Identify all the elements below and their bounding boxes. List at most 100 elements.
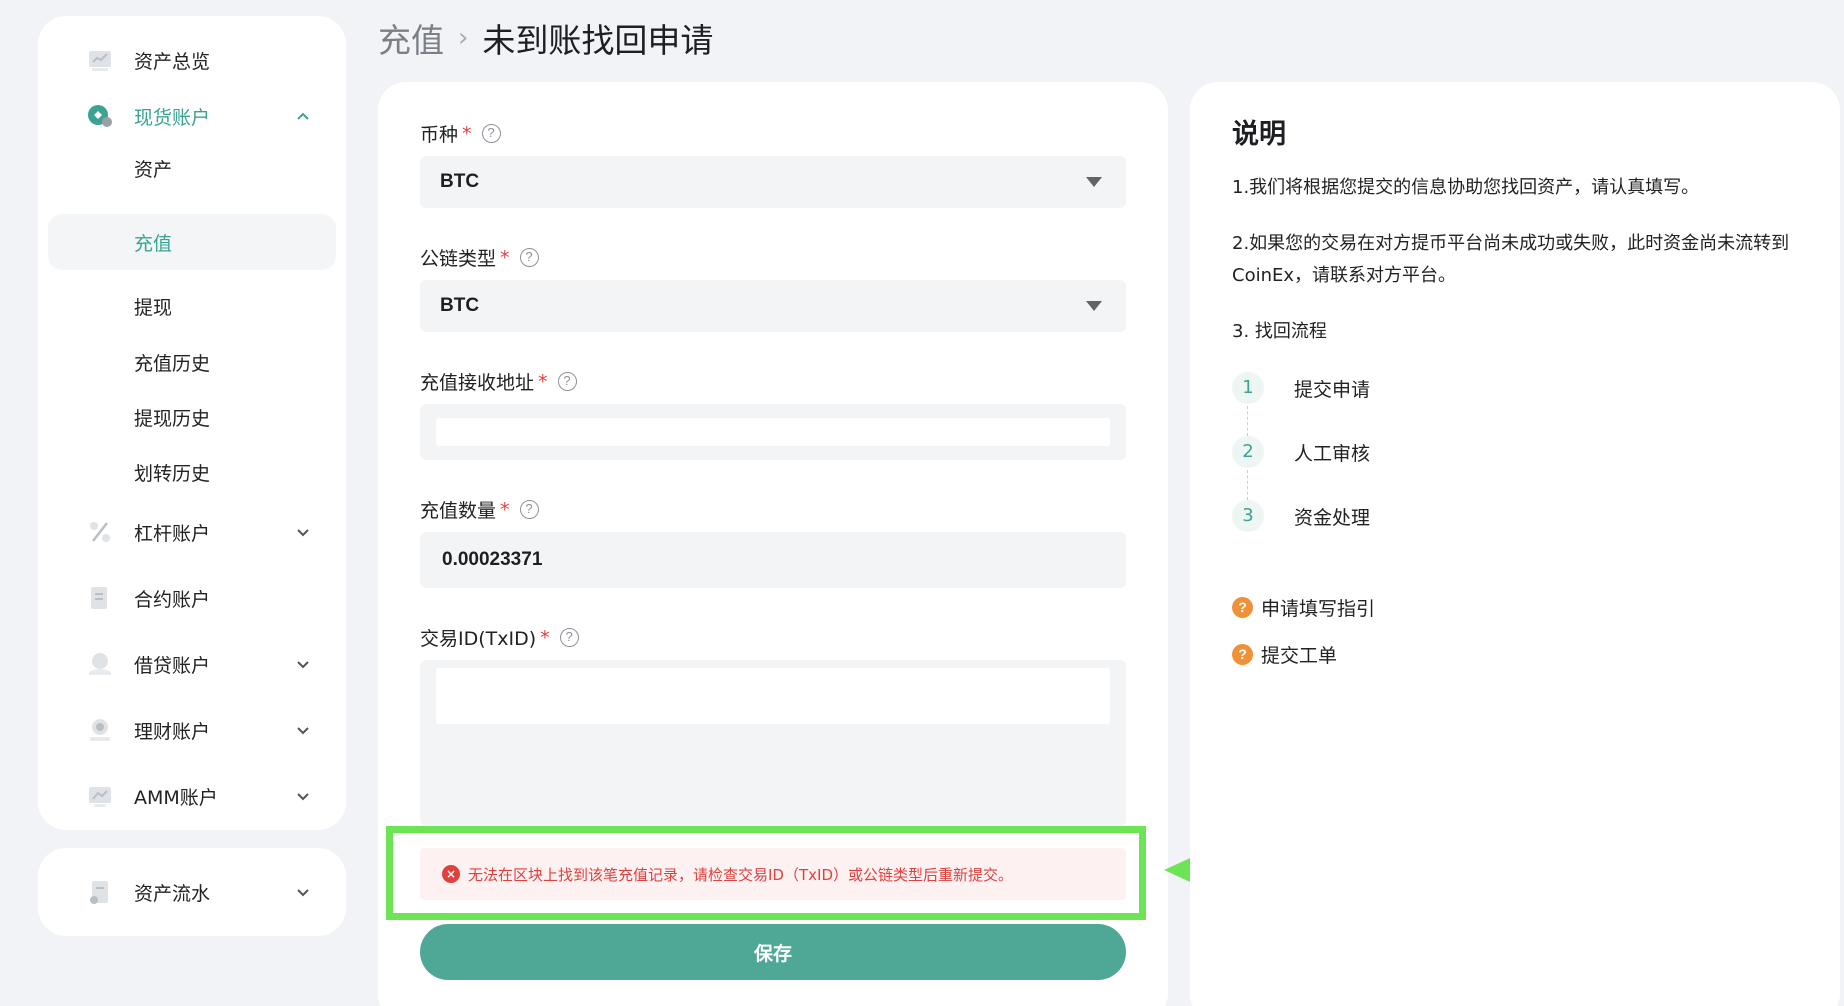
caret-down-icon <box>1086 301 1102 311</box>
sidebar-subitem-withdraw-history[interactable]: 提现历史 <box>48 391 336 443</box>
sidebar-item-label: AMM账户 <box>134 786 218 809</box>
sidebar-subitem-deposit[interactable]: 充值 <box>48 214 336 270</box>
sidebar-item-amm-account[interactable]: AMM账户 <box>48 770 336 822</box>
coin-label-text: 币种 <box>420 124 459 146</box>
percent-icon <box>90 522 110 542</box>
sidebar-subitem-transfer-history[interactable]: 划转历史 <box>48 446 336 498</box>
explanation-paragraph-3: 3. 找回流程 <box>1232 321 1327 342</box>
chain-label-text: 公链类型 <box>420 248 497 270</box>
help-question-icon: ? <box>1232 644 1253 665</box>
address-field-label: 充值接收地址 * ? <box>420 368 577 395</box>
breadcrumb-separator-icon: › <box>458 23 469 53</box>
guide-link-label: 申请填写指引 <box>1261 598 1376 620</box>
coin-select[interactable]: BTC <box>420 156 1126 208</box>
chevron-down-icon[interactable] <box>296 885 310 899</box>
sidebar-item-label: 合约账户 <box>134 588 211 611</box>
sidebar-item-label: 借贷账户 <box>134 654 211 677</box>
coin-field-label: 币种 * ? <box>420 120 501 147</box>
sidebar-subitem-label: 充值 <box>134 232 173 255</box>
help-question-icon[interactable]: ? <box>559 628 579 647</box>
highlight-annotation-box <box>386 826 1146 920</box>
breadcrumb: 充值 › 未到账找回申请 <box>378 16 713 60</box>
ledger-icon <box>90 881 108 904</box>
guide-link[interactable]: ? 申请填写指引 <box>1232 594 1375 621</box>
chevron-down-icon[interactable] <box>296 657 310 671</box>
sidebar-item-label: 资产流水 <box>134 882 211 905</box>
txid-textarea[interactable] <box>436 668 1110 724</box>
step-label: 提交申请 <box>1294 378 1371 401</box>
sidebar-item-label: 资产总览 <box>134 50 211 73</box>
required-mark: * <box>500 246 510 269</box>
amount-input-value: 0.00023371 <box>442 549 543 570</box>
page-title: 未到账找回申请 <box>482 21 714 60</box>
sidebar-subitem-deposit-history[interactable]: 充值历史 <box>48 336 336 388</box>
explanation-paragraph-2: 2.如果您的交易在对方提币平台尚未成功或失败，此时资金尚未流转到CoinEx，请… <box>1232 233 1790 286</box>
help-question-icon[interactable]: ? <box>481 124 501 143</box>
caret-down-icon <box>1086 177 1102 187</box>
save-button[interactable]: 保存 <box>420 924 1126 980</box>
step-connector <box>1247 406 1248 436</box>
sidebar-item-label: 现货账户 <box>134 106 211 129</box>
txid-label-text: 交易ID(TxID) <box>420 628 537 650</box>
address-input-box <box>420 404 1126 460</box>
help-question-icon: ? <box>1232 597 1253 618</box>
process-step: 2 人工审核 <box>1232 436 1370 468</box>
amount-input[interactable]: 0.00023371 <box>420 532 1126 588</box>
address-input[interactable] <box>436 418 1110 446</box>
step-label: 人工审核 <box>1294 442 1371 465</box>
required-mark: * <box>500 498 510 521</box>
step-connector <box>1247 470 1248 500</box>
explanation-card: 说明 1.我们将根据您提交的信息协助您找回资产，请认真填写。 2.如果您的交易在… <box>1190 82 1840 1006</box>
explanation-title: 说明 <box>1232 119 1286 150</box>
required-mark: * <box>540 626 550 649</box>
sidebar-item-label: 杠杆账户 <box>134 522 211 545</box>
step-number: 1 <box>1232 372 1264 404</box>
sidebar-subitem-label: 资产 <box>134 158 173 181</box>
sidebar: 资产总览 现货账户 资产 充值 提现 充值历史 提现历史 划转历史 杠杆账户 合… <box>38 16 346 830</box>
sidebar-item-margin-account[interactable]: 杠杆账户 <box>48 506 336 558</box>
sidebar-subitem-withdraw[interactable]: 提现 <box>48 280 336 332</box>
sidebar-item-label: 理财账户 <box>134 720 211 743</box>
help-question-icon[interactable]: ? <box>519 248 539 267</box>
document-icon <box>91 587 107 609</box>
sidebar-item-spot-account[interactable]: 现货账户 <box>48 90 336 142</box>
chevron-down-icon[interactable] <box>296 723 310 737</box>
sidebar-item-asset-overview[interactable]: 资产总览 <box>48 34 336 86</box>
help-question-icon[interactable]: ? <box>519 500 539 519</box>
amount-label-text: 充值数量 <box>420 500 497 522</box>
required-mark: * <box>538 370 548 393</box>
savings-icon <box>90 719 110 741</box>
step-number: 2 <box>1232 436 1264 468</box>
amm-chart-icon <box>89 787 111 807</box>
sidebar-item-loan-account[interactable]: 借贷账户 <box>48 638 336 690</box>
chain-select[interactable]: BTC <box>420 280 1126 332</box>
sidebar-item-asset-ledger[interactable]: 资产流水 <box>48 866 336 918</box>
sidebar-subitem-label: 充值历史 <box>134 352 211 375</box>
required-mark: * <box>462 122 472 145</box>
sidebar-subitem-assets[interactable]: 资产 <box>48 142 336 194</box>
process-step: 1 提交申请 <box>1232 372 1370 404</box>
sidebar-ledger-card: 资产流水 <box>38 848 346 936</box>
txid-field-label: 交易ID(TxID) * ? <box>420 624 579 651</box>
chevron-up-icon[interactable] <box>296 109 310 123</box>
step-number: 3 <box>1232 500 1264 532</box>
spot-coin-icon <box>88 105 112 127</box>
chain-select-value: BTC <box>440 295 480 316</box>
sidebar-subitem-label: 提现历史 <box>134 407 211 430</box>
sidebar-subitem-label: 划转历史 <box>134 462 211 485</box>
amount-field-label: 充值数量 * ? <box>420 496 539 523</box>
sidebar-item-savings-account[interactable]: 理财账户 <box>48 704 336 756</box>
breadcrumb-parent-link[interactable]: 充值 <box>378 14 444 62</box>
coin-select-value: BTC <box>440 171 480 192</box>
help-question-icon[interactable]: ? <box>557 372 577 391</box>
submit-ticket-link[interactable]: ? 提交工单 <box>1232 641 1337 668</box>
process-step: 3 资金处理 <box>1232 500 1370 532</box>
explanation-paragraph-1: 1.我们将根据您提交的信息协助您找回资产，请认真填写。 <box>1232 177 1700 198</box>
txid-textarea-box <box>420 660 1126 826</box>
chevron-down-icon[interactable] <box>296 789 310 803</box>
submit-ticket-label: 提交工单 <box>1261 645 1338 667</box>
chart-card-icon <box>89 51 111 71</box>
sidebar-item-futures-account[interactable]: 合约账户 <box>48 572 336 624</box>
chevron-down-icon[interactable] <box>296 525 310 539</box>
step-label: 资金处理 <box>1294 506 1371 529</box>
